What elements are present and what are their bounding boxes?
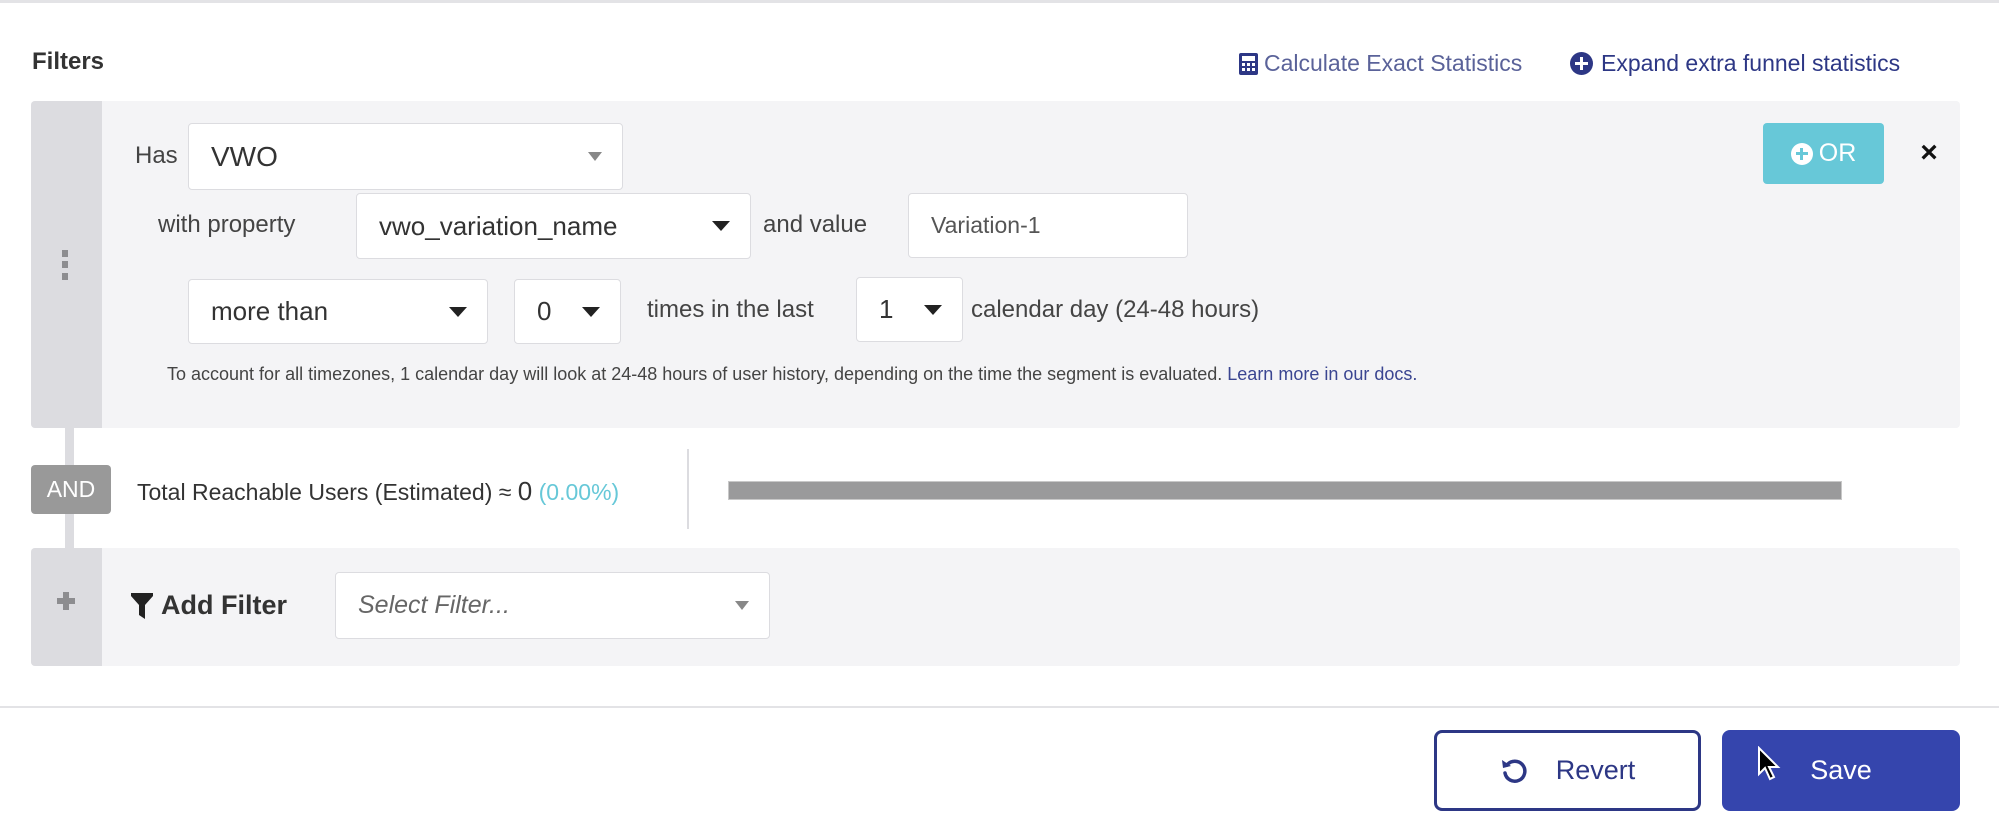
comparison-select-value: more than xyxy=(211,296,329,326)
save-label: Save xyxy=(1810,755,1872,785)
top-border xyxy=(0,0,1999,3)
plus-circle-icon xyxy=(1790,142,1813,165)
chevron-down-icon xyxy=(735,601,749,610)
plus-circle-icon xyxy=(1570,52,1593,75)
add-filter-text: Add Filter xyxy=(161,590,287,620)
select-filter-placeholder: Select Filter... xyxy=(358,591,510,619)
reachable-users-count: 0 xyxy=(517,476,533,506)
calendar-day-label: calendar day (24-48 hours) xyxy=(971,296,1260,323)
add-filter-label: Add Filter xyxy=(131,590,287,621)
mouse-cursor-icon xyxy=(1758,746,1781,781)
timezone-help-text: To account for all timezones, 1 calendar… xyxy=(167,364,1417,385)
reachable-users-percent: (0.00%) xyxy=(538,479,620,505)
and-badge: AND xyxy=(31,465,111,514)
event-select[interactable]: VWO xyxy=(188,123,623,190)
count-select-value: 0 xyxy=(537,296,552,326)
grip-dot-icon xyxy=(62,273,68,280)
reachable-users-text: Total Reachable Users (Estimated) ≈ 0 (0… xyxy=(137,476,619,507)
comparison-select[interactable]: more than xyxy=(188,279,488,344)
chevron-down-icon xyxy=(588,152,602,161)
grip-dot-icon xyxy=(62,261,68,268)
reach-progress-bar xyxy=(728,481,1842,500)
learn-more-link[interactable]: Learn more in our docs. xyxy=(1227,364,1417,384)
add-filter-panel xyxy=(31,548,1960,666)
count-select[interactable]: 0 xyxy=(514,279,621,344)
calculate-exact-statistics-link[interactable]: Calculate Exact Statistics xyxy=(1239,50,1522,77)
times-in-last-label: times in the last xyxy=(647,296,814,323)
period-select[interactable]: 1 xyxy=(856,277,963,342)
chevron-down-icon xyxy=(712,221,730,231)
with-property-label: with property xyxy=(158,211,296,238)
expand-funnel-statistics-label: Expand extra funnel statistics xyxy=(1601,50,1901,76)
calculate-exact-statistics-label: Calculate Exact Statistics xyxy=(1264,50,1523,76)
expand-funnel-statistics-link[interactable]: Expand extra funnel statistics xyxy=(1570,50,1900,77)
funnel-icon xyxy=(131,592,153,619)
or-button-label: OR xyxy=(1818,139,1857,167)
help-text: To account for all timezones, 1 calendar… xyxy=(167,364,1228,384)
grip-dot-icon xyxy=(62,250,68,257)
close-icon[interactable]: × xyxy=(1915,138,1943,168)
plus-icon xyxy=(57,592,75,610)
has-label: Has xyxy=(135,142,178,169)
property-select[interactable]: vwo_variation_name xyxy=(356,193,751,259)
property-select-value: vwo_variation_name xyxy=(379,210,618,241)
or-button[interactable]: OR xyxy=(1763,123,1884,184)
chevron-down-icon xyxy=(582,306,600,317)
filters-title: Filters xyxy=(32,48,105,75)
revert-button[interactable]: Revert xyxy=(1434,730,1701,811)
value-input[interactable]: Variation-1 xyxy=(908,193,1188,258)
footer-divider xyxy=(0,706,1999,708)
revert-label: Revert xyxy=(1555,755,1636,785)
reachable-users-label: Total Reachable Users (Estimated) ≈ xyxy=(137,479,518,505)
divider xyxy=(687,449,689,529)
chevron-down-icon xyxy=(449,306,467,317)
calculator-icon xyxy=(1239,52,1258,75)
chevron-down-icon xyxy=(924,304,942,315)
undo-icon xyxy=(1501,759,1527,783)
select-filter-dropdown[interactable]: Select Filter... xyxy=(335,572,770,639)
and-value-label: and value xyxy=(763,211,868,238)
event-select-value: VWO xyxy=(211,140,278,172)
period-select-value: 1 xyxy=(879,294,894,324)
